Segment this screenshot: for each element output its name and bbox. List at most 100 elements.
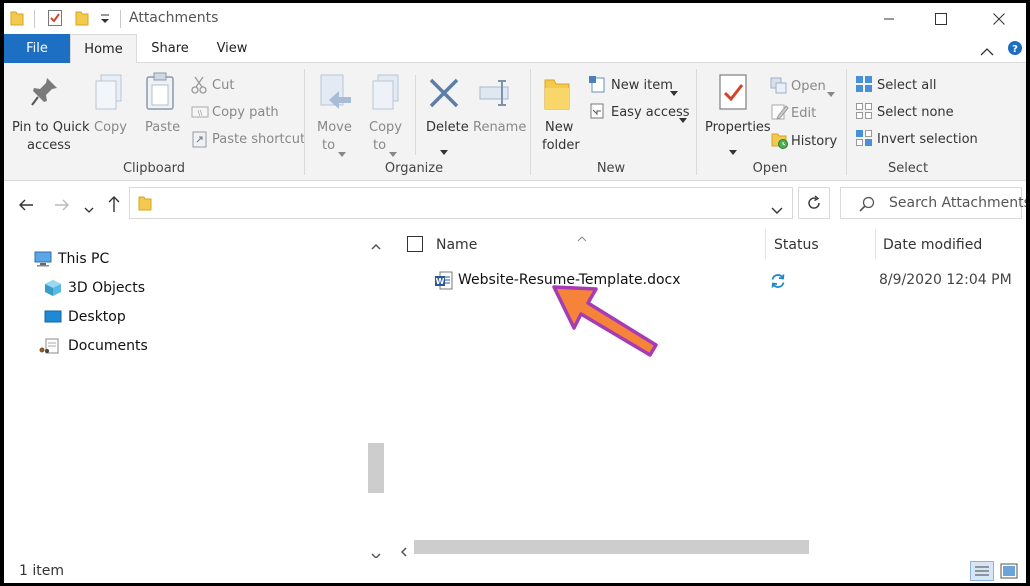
tab-view[interactable]: View — [210, 34, 254, 63]
list-horizontal-scrollbar[interactable] — [394, 537, 1022, 557]
new-group-label: New — [596, 161, 626, 176]
tab-file[interactable]: File — [4, 34, 70, 63]
select-all-checkbox[interactable] — [407, 236, 423, 256]
invert-selection-button[interactable]: Invert selection — [877, 132, 978, 147]
title-bar: Attachments — [4, 3, 1026, 34]
chevron-down-icon — [827, 83, 835, 102]
chevron-down-icon — [338, 143, 346, 162]
collapse-ribbon-icon[interactable] — [980, 42, 994, 61]
column-header-status[interactable]: Status — [774, 233, 819, 257]
history-button[interactable]: History — [791, 134, 837, 149]
search-box[interactable]: Search Attachments — [840, 187, 1026, 219]
chevron-down-icon — [440, 141, 448, 160]
delete-icon — [428, 77, 460, 113]
column-header-date-modified[interactable]: Date modified — [883, 233, 982, 257]
ribbon-tabs: File Home Share View ? — [4, 34, 1026, 64]
status-bar: 1 item — [4, 558, 1026, 583]
tab-home[interactable]: Home — [70, 34, 137, 64]
paste-shortcut-button[interactable]: Paste shortcut — [212, 132, 305, 147]
folder-icon — [138, 194, 152, 216]
copy-button[interactable]: Copy — [94, 120, 127, 135]
paste-button[interactable]: Paste — [145, 120, 180, 135]
refresh-button[interactable] — [798, 187, 830, 219]
rename-button[interactable]: Rename — [473, 120, 526, 135]
new-item-icon — [588, 75, 606, 97]
up-arrow-icon[interactable] — [107, 195, 121, 217]
svg-text:?: ? — [1012, 44, 1018, 55]
copy-path-icon: \\ — [191, 104, 209, 123]
select-all-button[interactable]: Select all — [877, 78, 936, 93]
copy-icon — [93, 73, 127, 117]
edit-button[interactable]: Edit — [791, 106, 816, 121]
nav-item-3d-objects[interactable]: 3D Objects — [44, 275, 145, 301]
select-none-button[interactable]: Select none — [877, 105, 954, 120]
invert-selection-icon — [856, 130, 872, 150]
copy-to-button-2[interactable]: to — [373, 138, 386, 153]
pin-to-quick-access-label[interactable]: Pin to Quick — [12, 120, 89, 135]
item-count: 1 item — [19, 563, 64, 579]
back-arrow-icon[interactable] — [18, 197, 34, 216]
column-header-name[interactable]: Name — [436, 233, 477, 257]
new-folder-button[interactable]: New — [545, 120, 573, 135]
nav-item-documents[interactable]: Documents — [38, 333, 148, 359]
scroll-up-icon[interactable] — [371, 235, 381, 254]
select-none-icon — [856, 103, 872, 123]
open-icon — [770, 76, 788, 98]
pin-to-quick-access-label-2[interactable]: access — [27, 138, 71, 153]
nav-item-label: 3D Objects — [68, 280, 146, 296]
delete-button[interactable]: Delete — [426, 120, 469, 135]
nav-scrollbar[interactable] — [366, 225, 386, 560]
window-title: Attachments — [129, 10, 219, 26]
annotation-arrow-icon — [550, 283, 660, 362]
nav-item-label: This PC — [58, 251, 110, 267]
new-folder-button-2[interactable]: folder — [542, 138, 580, 153]
recent-locations-icon[interactable] — [84, 200, 94, 219]
table-row[interactable]: W Website-Resume-Template.docx 8/9/2020 … — [426, 267, 1012, 295]
paste-icon — [144, 71, 178, 117]
easy-access-icon — [589, 102, 605, 124]
chevron-down-icon — [729, 141, 737, 160]
nav-item-desktop[interactable]: Desktop — [44, 304, 126, 330]
organize-group-label: Organize — [384, 161, 444, 176]
word-doc-icon: W — [435, 271, 453, 295]
minimize-icon — [884, 18, 894, 19]
customize-quick-access-icon[interactable] — [100, 11, 110, 30]
clipboard-group-label: Clipboard — [122, 161, 186, 176]
history-icon — [771, 131, 789, 153]
nav-item-this-pc[interactable]: This PC — [34, 246, 109, 272]
move-to-button-2[interactable]: to — [322, 138, 335, 153]
copy-to-button[interactable]: Copy — [369, 120, 402, 135]
maximize-button[interactable] — [918, 3, 964, 34]
open-button[interactable]: Open — [791, 79, 826, 94]
copy-path-button[interactable]: Copy path — [212, 105, 279, 120]
select-all-icon — [856, 76, 872, 96]
details-view-button[interactable] — [970, 561, 994, 581]
new-folder-quick-icon[interactable] — [74, 9, 90, 31]
address-dropdown-icon[interactable] — [771, 200, 783, 219]
address-bar[interactable] — [129, 187, 793, 219]
new-item-button[interactable]: New item — [611, 78, 673, 93]
list-scroll-thumb[interactable] — [414, 540, 809, 554]
sort-ascending-icon — [577, 227, 587, 246]
move-to-button[interactable]: Move — [317, 120, 352, 135]
large-icons-view-icon — [1000, 563, 1018, 579]
ribbon: Pin to Quick access Copy Paste Cut \\ Co… — [4, 63, 1026, 181]
cut-button[interactable]: Cut — [212, 78, 234, 93]
tab-share[interactable]: Share — [144, 34, 196, 63]
minimize-button[interactable] — [866, 3, 912, 34]
large-icons-view-button[interactable] — [999, 562, 1019, 583]
properties-button[interactable]: Properties — [705, 120, 771, 135]
address-row: Search Attachments — [4, 183, 1026, 225]
copy-to-icon — [370, 73, 404, 117]
select-group-label: Select — [887, 161, 929, 176]
open-group-label: Open — [752, 161, 788, 176]
computer-icon — [34, 251, 52, 267]
search-icon — [859, 196, 875, 216]
easy-access-button[interactable]: Easy access — [611, 105, 690, 120]
forward-arrow-icon[interactable] — [54, 197, 70, 216]
properties-check-icon[interactable] — [47, 9, 63, 31]
close-button[interactable] — [976, 3, 1022, 34]
help-icon[interactable]: ? — [1007, 39, 1023, 61]
explorer-window: Attachments File Home Share View ? Pin t… — [4, 3, 1026, 583]
nav-scroll-thumb[interactable] — [368, 443, 384, 493]
